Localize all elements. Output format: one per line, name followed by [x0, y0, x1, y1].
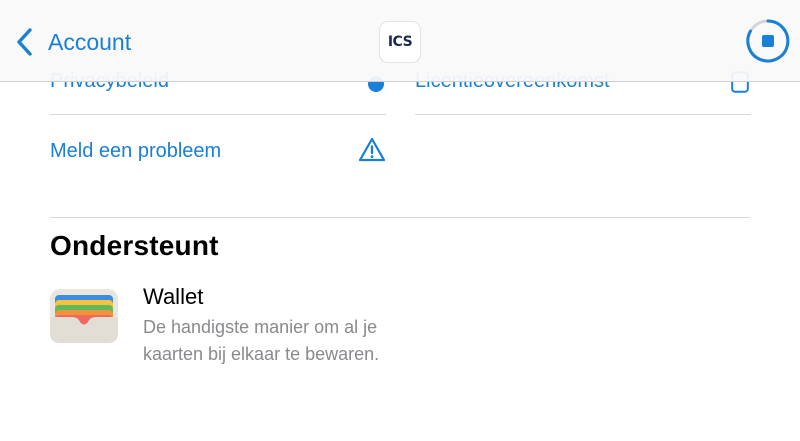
wallet-description: De handigste manier om al je kaarten bij…	[143, 317, 380, 364]
navigation-bar: Account ICS	[0, 0, 800, 82]
report-problem-label: Meld een probleem	[50, 140, 222, 162]
back-label: Account	[48, 28, 132, 55]
divider	[50, 114, 386, 115]
wallet-title: Wallet	[143, 284, 204, 309]
app-logo-text: ICS	[387, 34, 413, 50]
warning-triangle-icon	[358, 137, 386, 162]
supports-heading: Ondersteunt	[50, 230, 219, 261]
app-logo: ICS	[379, 21, 421, 63]
section-divider	[50, 217, 750, 218]
wallet-app-icon	[50, 289, 118, 343]
back-button[interactable]: Account	[14, 22, 131, 62]
report-problem-link[interactable]: Meld een probleem	[50, 134, 386, 170]
stop-progress-icon[interactable]	[745, 18, 791, 64]
chevron-left-icon	[17, 28, 32, 56]
divider	[415, 114, 751, 115]
